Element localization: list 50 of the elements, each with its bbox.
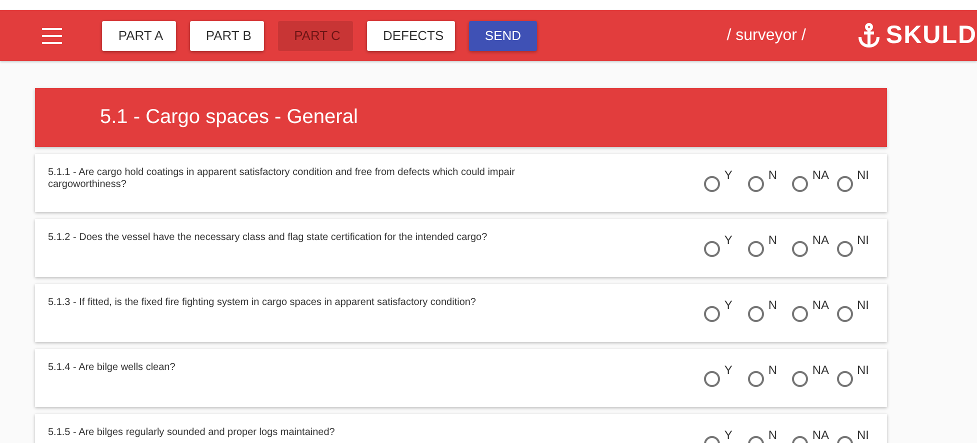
option-label: Y [724, 428, 734, 442]
option-label: NA [812, 168, 829, 182]
logo-text: SKULD [886, 21, 977, 50]
radio-button[interactable] [704, 306, 720, 322]
radio-button[interactable] [748, 371, 764, 387]
send-button[interactable]: SEND [469, 20, 537, 50]
option-label: Y [724, 233, 734, 247]
radio-button[interactable] [837, 371, 853, 387]
menu-icon[interactable] [42, 28, 62, 44]
radio-button[interactable] [837, 306, 853, 322]
user-role: / surveyor / [726, 26, 806, 44]
question-text: 5.1.1 - Are cargo hold coatings in apparent satisfactory condition and free from defects which could impair cargoworthiness? [48, 167, 516, 192]
section-title: 5.1 - Cargo spaces - General [35, 88, 887, 147]
radio-button[interactable] [704, 176, 720, 192]
question-text: 5.1.3 - If fitted, is the fixed fire fighting system in cargo spaces in apparent satisfactory condition? [48, 297, 477, 310]
radio-button[interactable] [792, 371, 808, 387]
radio-button[interactable] [704, 371, 720, 387]
option-label: N [768, 428, 778, 442]
option-label: N [768, 168, 778, 182]
option-label: NA [812, 428, 829, 442]
radio-button[interactable] [837, 176, 853, 192]
option-label: Y [724, 168, 734, 182]
option-label: Y [724, 298, 734, 312]
radio-button[interactable] [748, 306, 764, 322]
radio-button[interactable] [792, 306, 808, 322]
nav-tab[interactable]: PART A [102, 20, 176, 50]
question-text: 5.1.5 - Are bilges regularly sounded and proper logs maintained? [48, 427, 336, 440]
question-text: 5.1.4 - Are bilge wells clean? [48, 362, 176, 375]
option-label: NI [857, 233, 870, 247]
question-text: 5.1.2 - Does the vessel have the necessary class and flag state certification for the intended cargo? [48, 232, 488, 245]
radio-button[interactable] [837, 241, 853, 257]
nav-tab[interactable]: PART B [190, 20, 264, 50]
option-label: N [768, 298, 778, 312]
option-label: N [768, 363, 778, 377]
nav-tab[interactable]: DEFECTS [366, 20, 456, 50]
option-label: NI [857, 298, 870, 312]
option-label: Y [724, 363, 734, 377]
radio-button[interactable] [792, 241, 808, 257]
option-label: NI [857, 428, 870, 442]
option-label: NI [857, 168, 870, 182]
anchor-icon [858, 22, 880, 48]
radio-button[interactable] [748, 241, 764, 257]
radio-button[interactable] [748, 176, 764, 192]
option-label: N [768, 233, 778, 247]
option-label: NA [812, 298, 829, 312]
option-label: NA [812, 233, 829, 247]
option-label: NA [812, 363, 829, 377]
option-label: NI [857, 363, 870, 377]
radio-button[interactable] [792, 176, 808, 192]
radio-button[interactable] [704, 241, 720, 257]
